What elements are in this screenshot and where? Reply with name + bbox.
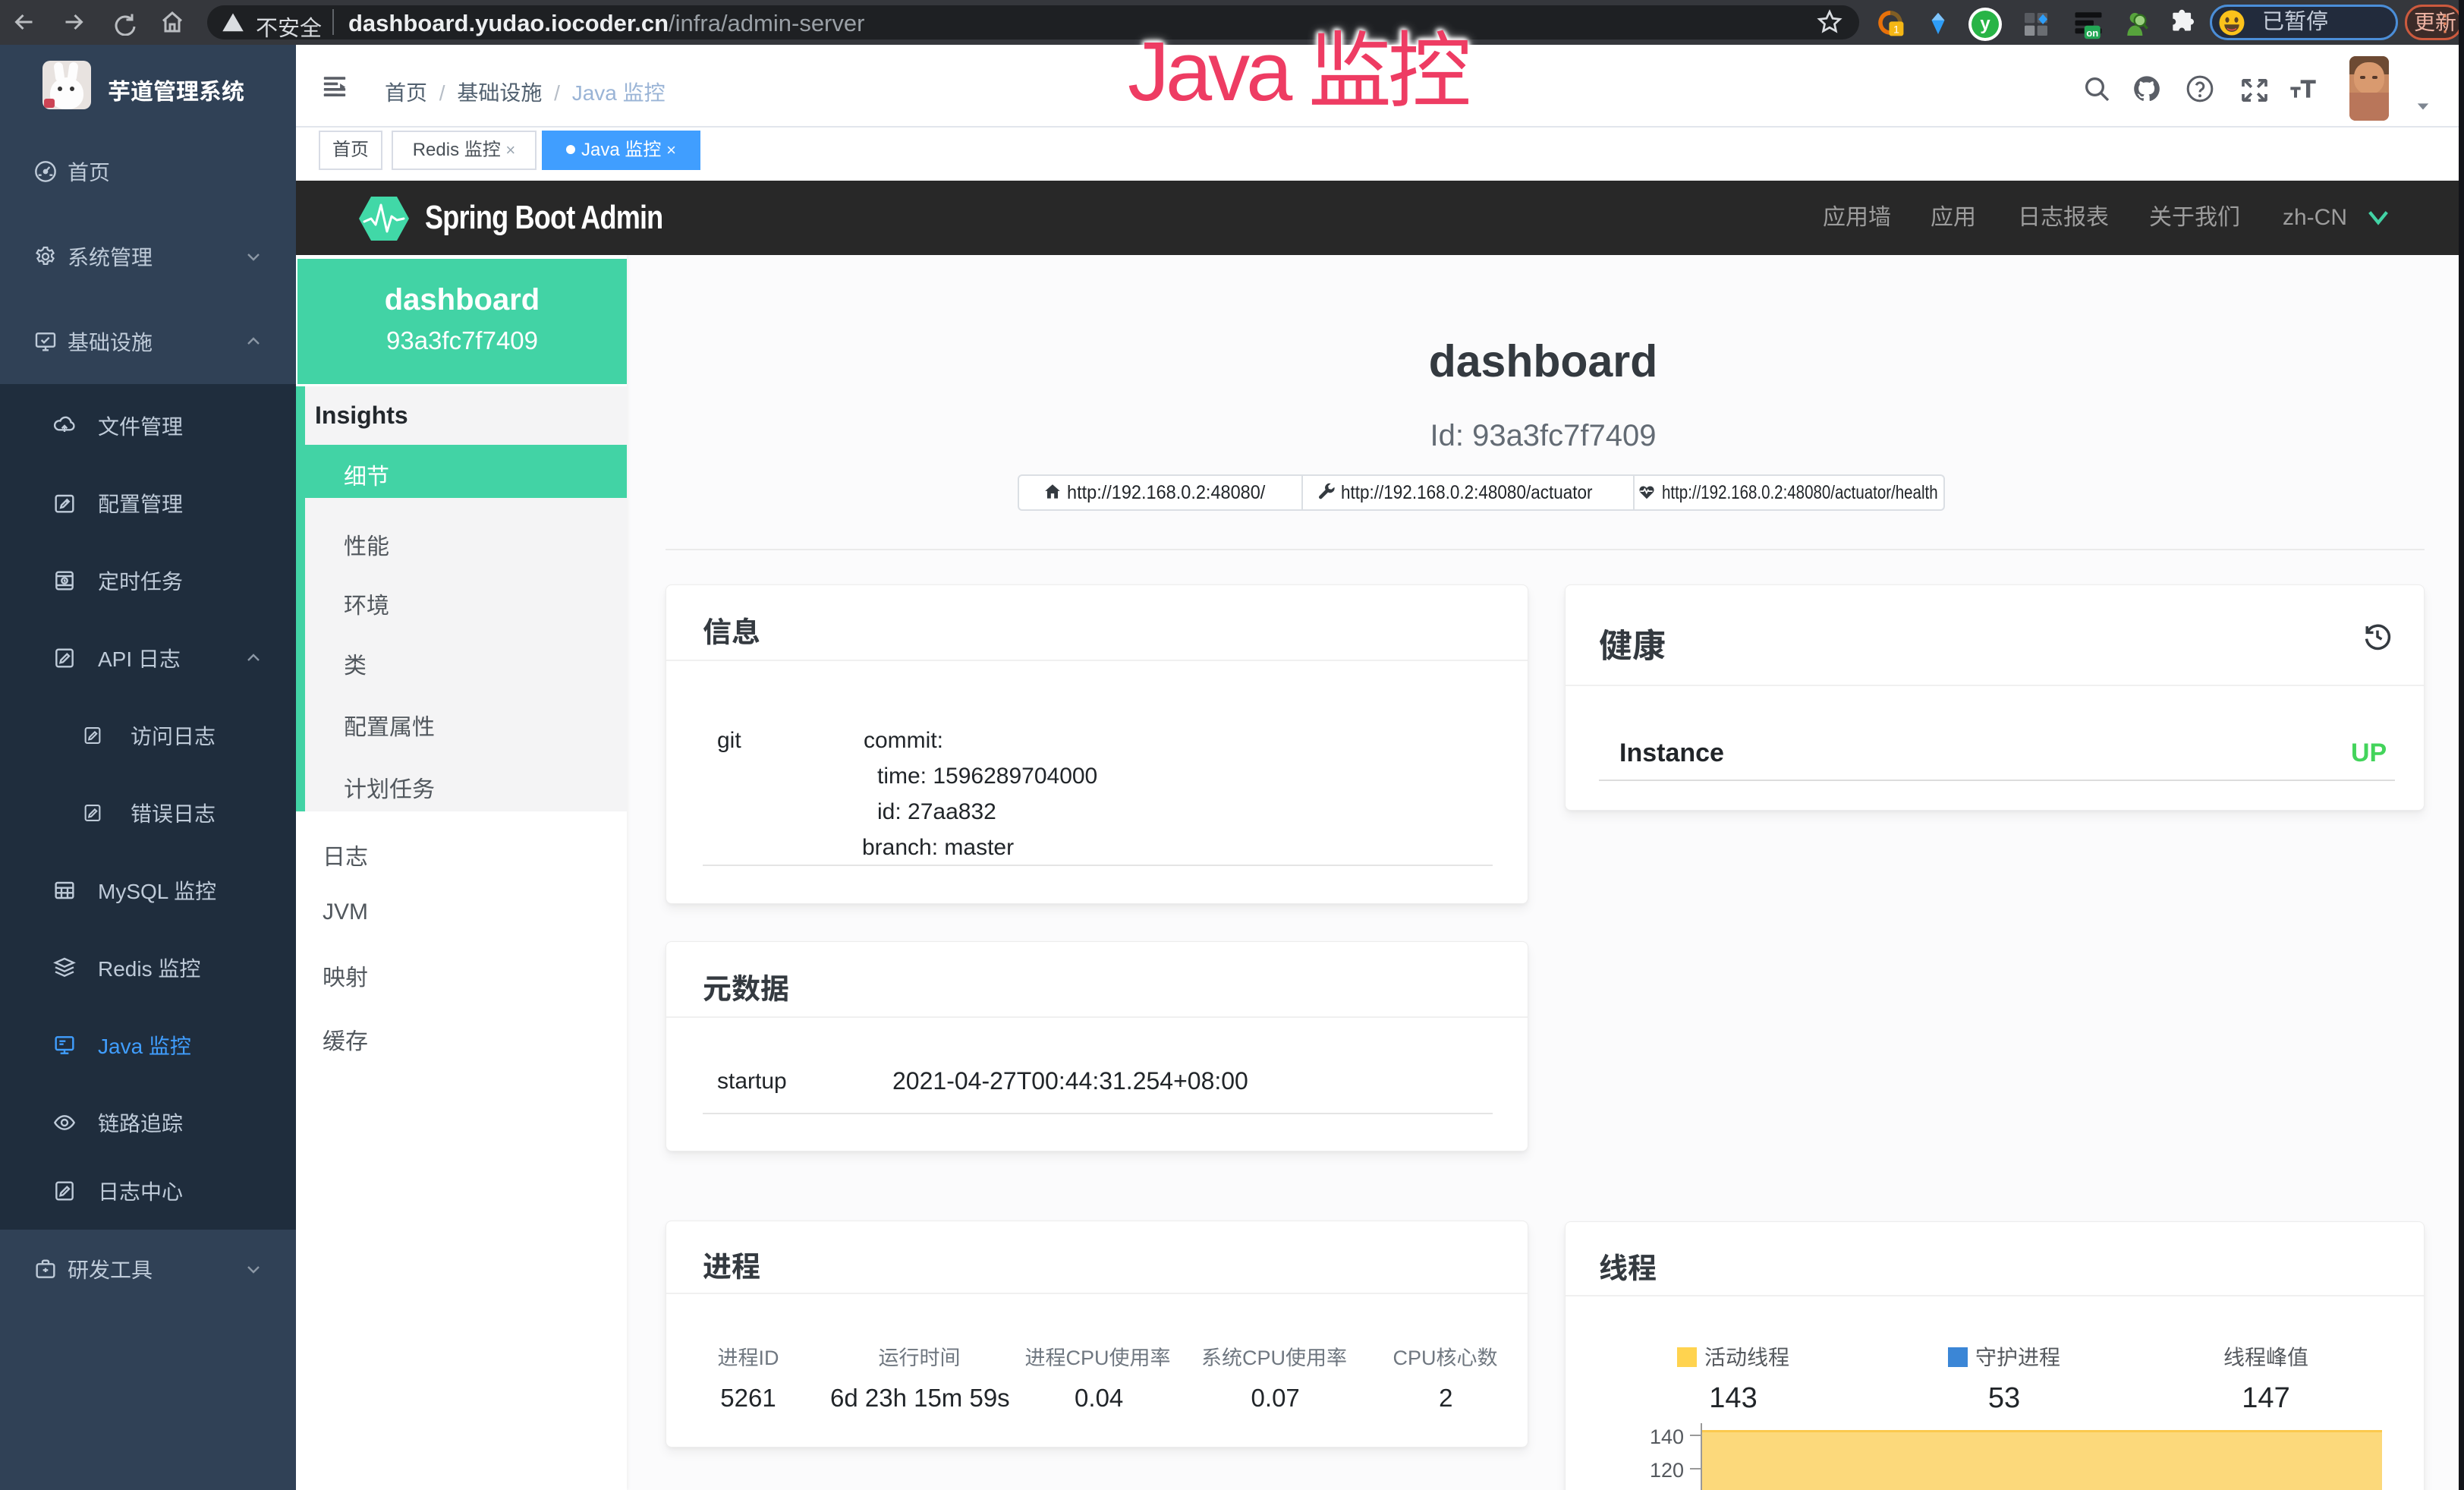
svg-text:on: on [2086,27,2098,39]
svg-text:1: 1 [1893,24,1899,36]
